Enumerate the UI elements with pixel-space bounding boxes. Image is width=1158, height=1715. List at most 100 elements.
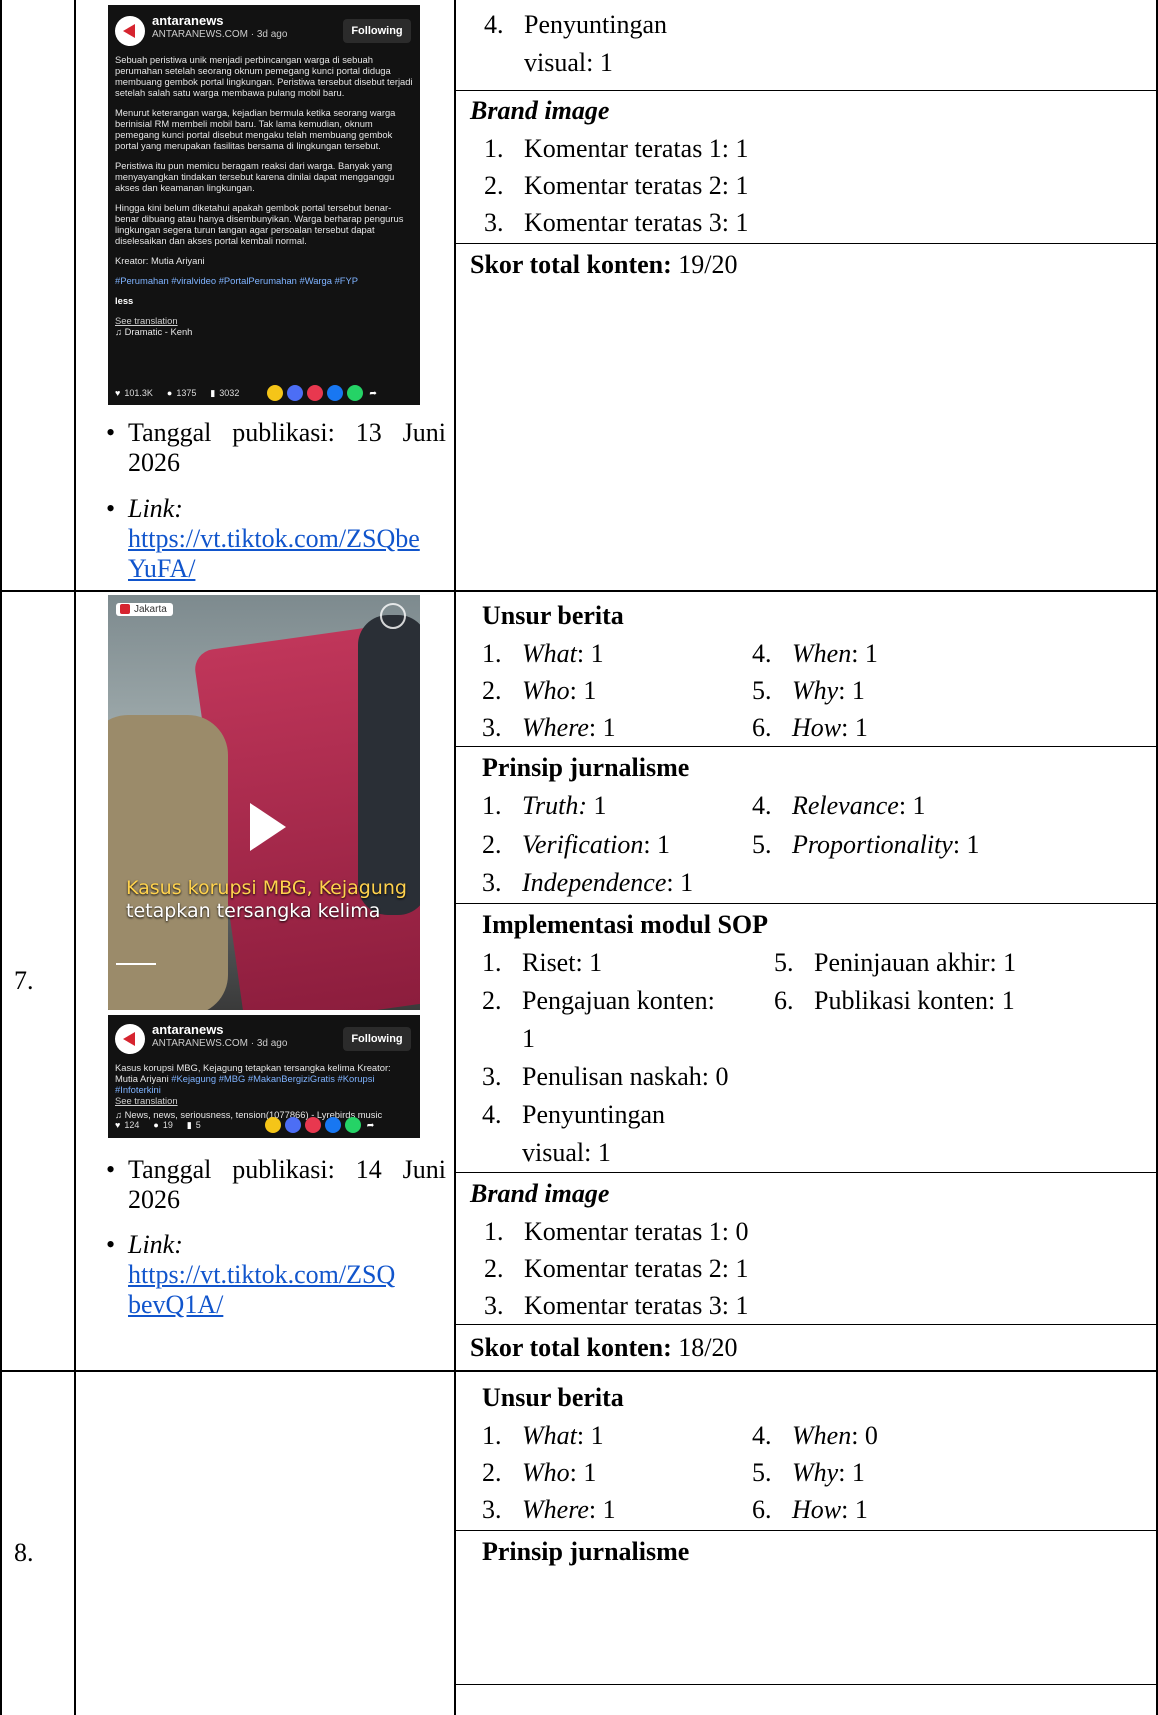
brand-image-title: Brand image [470, 96, 610, 125]
following-button[interactable]: Following [343, 1027, 411, 1051]
share-coin-icon[interactable] [264, 1117, 281, 1133]
bookmark-icon[interactable]: ▮ [187, 1120, 192, 1131]
engagement-bar: ♥ 101.3K ● 1375 ▮ 3032 ➦ [115, 385, 415, 401]
caption-paragraph: Hingga kini belum diketahui apakah gembo… [115, 202, 404, 246]
embed-icon[interactable] [284, 1117, 301, 1133]
unsur-item: 6. How: 1 [752, 713, 868, 742]
forward-arrow-icon[interactable]: ➦ [367, 1120, 375, 1131]
sop-item: 5. Peninjauan akhir: 1 [774, 948, 1017, 977]
brand-item: 2. Komentar teratas 2: 1 [484, 171, 749, 200]
antaranews-logo-icon [115, 1024, 145, 1054]
bookmark-icon[interactable]: ▮ [210, 388, 215, 399]
antara-watermark-icon [380, 603, 406, 629]
unsur-item: 4. When: 1 [752, 639, 878, 668]
account-name: antaranews [152, 1022, 224, 1037]
unsur-item: 5. Why: 1 [752, 1458, 865, 1487]
tiktok-link[interactable]: https://vt.tiktok.com/ZSQbe [128, 524, 420, 553]
sop-item: 1 [522, 1024, 535, 1053]
source-time: ANTARANEWS.COM · 3d ago [152, 29, 288, 40]
sop-item: 2. Pengajuan konten: [482, 986, 715, 1015]
facebook-icon[interactable] [327, 385, 344, 401]
tiktok-link-continued[interactable]: YuFA/ [128, 554, 195, 583]
inner-divider [455, 1530, 1157, 1531]
comment-count: 1375 [176, 388, 197, 398]
tiktok-link-continued[interactable]: bevQ1A/ [128, 1290, 223, 1319]
publication-year: 2026 [128, 1185, 180, 1214]
prinsip-item: 2. Verification: 1 [482, 830, 671, 859]
prinsip-jurnalisme-title: Prinsip jurnalisme [482, 753, 690, 782]
suspect-figure [108, 715, 228, 1010]
sop-item: 1. Riset: 1 [482, 948, 603, 977]
publication-date-item: • Tanggal publikasi: 14 Juni 2026 [106, 1155, 446, 1214]
prinsip-item: 5. Proportionality: 1 [752, 830, 980, 859]
video-headline: Kasus korupsi MBG, Kejagung tetapkan ter… [126, 877, 407, 922]
brand-item: 3. Komentar teratas 3: 1 [484, 208, 749, 237]
share-coin-icon[interactable] [267, 385, 284, 401]
unsur-berita-title: Unsur berita [482, 1383, 624, 1412]
link-label: Link: [128, 494, 183, 523]
brand-image-title: Brand image [470, 1179, 610, 1208]
table-border-left [74, 0, 76, 1715]
save-count: 3032 [219, 388, 240, 398]
row-number: 8. [14, 1538, 34, 1567]
whatsapp-icon[interactable] [344, 1117, 361, 1133]
save-count: 5 [195, 1120, 201, 1130]
sop-title: Implementasi modul SOP [482, 910, 769, 939]
less-toggle[interactable]: less [115, 295, 413, 306]
send-icon[interactable] [307, 385, 324, 401]
unsur-item: 4. When: 0 [752, 1421, 878, 1450]
caption-paragraph: Menurut keterangan warga, kejadian bermu… [115, 107, 396, 151]
brand-item: 1. Komentar teratas 1: 0 [484, 1217, 749, 1246]
video-thumbnail[interactable]: Jakarta Kasus korupsi MBG, Kejagung teta… [108, 595, 420, 1010]
location-pin-icon [120, 604, 130, 615]
brand-item: 1. Komentar teratas 1: 1 [484, 134, 749, 163]
inner-divider [455, 243, 1157, 244]
sop-item: 6. Publikasi konten: 1 [774, 986, 1015, 1015]
play-icon[interactable] [250, 803, 286, 851]
send-icon[interactable] [304, 1117, 321, 1133]
forward-arrow-icon[interactable]: ➦ [369, 388, 377, 399]
facebook-icon[interactable] [324, 1117, 341, 1133]
sop-item: 4. Penyuntingan [484, 10, 667, 39]
following-button[interactable]: Following [343, 19, 411, 43]
publication-date-item: • Tanggal publikasi: 13 Juni 2026 [106, 418, 446, 477]
heart-icon[interactable]: ♥ [115, 1120, 120, 1130]
brand-item: 3. Komentar teratas 3: 1 [484, 1291, 749, 1320]
row-divider-6-7 [0, 590, 1158, 592]
unsur-berita-title: Unsur berita [482, 601, 624, 630]
sop-item: visual: 1 [522, 1138, 611, 1167]
engagement-bar: ♥ 124 ● 19 ▮ 5 ➦ [115, 1117, 415, 1133]
link-item: • Link: https://vt.tiktok.com/ZSQbe YuFA… [106, 494, 446, 584]
unsur-item: 2. Who: 1 [482, 1458, 597, 1487]
publication-year: 2026 [128, 448, 180, 477]
unsur-item: 1. What: 1 [482, 639, 604, 668]
publication-date: Tanggal publikasi: 13 Juni [128, 418, 446, 447]
hashtags[interactable]: #Perumahan #viralvideo #PortalPerumahan … [115, 275, 413, 286]
see-translation-link[interactable]: See translation [115, 1095, 413, 1106]
tiktok-post-screenshot: antaranews ANTARANEWS.COM · 3d ago Follo… [108, 1015, 420, 1138]
prinsip-item: 4. Relevance: 1 [752, 791, 926, 820]
tiktok-link[interactable]: https://vt.tiktok.com/ZSQ [128, 1260, 395, 1289]
document-page: antaranews ANTARANEWS.COM · 3d ago Follo… [0, 0, 1158, 1715]
table-border-col2 [454, 0, 456, 1715]
inner-divider [455, 903, 1157, 904]
comment-icon[interactable]: ● [167, 388, 172, 398]
antaranews-logo-icon [115, 16, 145, 46]
see-translation-link[interactable]: See translation [115, 315, 413, 326]
sop-item: visual: 1 [524, 48, 613, 77]
unsur-item: 6. How: 1 [752, 1495, 868, 1524]
inner-divider [455, 1684, 1157, 1685]
whatsapp-icon[interactable] [347, 385, 364, 401]
comment-icon[interactable]: ● [153, 1120, 158, 1130]
caption-paragraph: Sebuah peristiwa unik menjadi perbincang… [115, 54, 413, 98]
like-count: 101.3K [124, 388, 153, 398]
prinsip-item: 3. Independence: 1 [482, 868, 694, 897]
source-time: ANTARANEWS.COM · 3d ago [152, 1038, 288, 1049]
brand-item: 2. Komentar teratas 2: 1 [484, 1254, 749, 1283]
inner-divider [455, 1172, 1157, 1173]
table-border-outer [0, 0, 2, 1715]
row-number: 7. [14, 966, 34, 995]
embed-icon[interactable] [287, 385, 304, 401]
heart-icon[interactable]: ♥ [115, 388, 120, 398]
publication-date: Tanggal publikasi: 14 Juni [128, 1155, 446, 1184]
